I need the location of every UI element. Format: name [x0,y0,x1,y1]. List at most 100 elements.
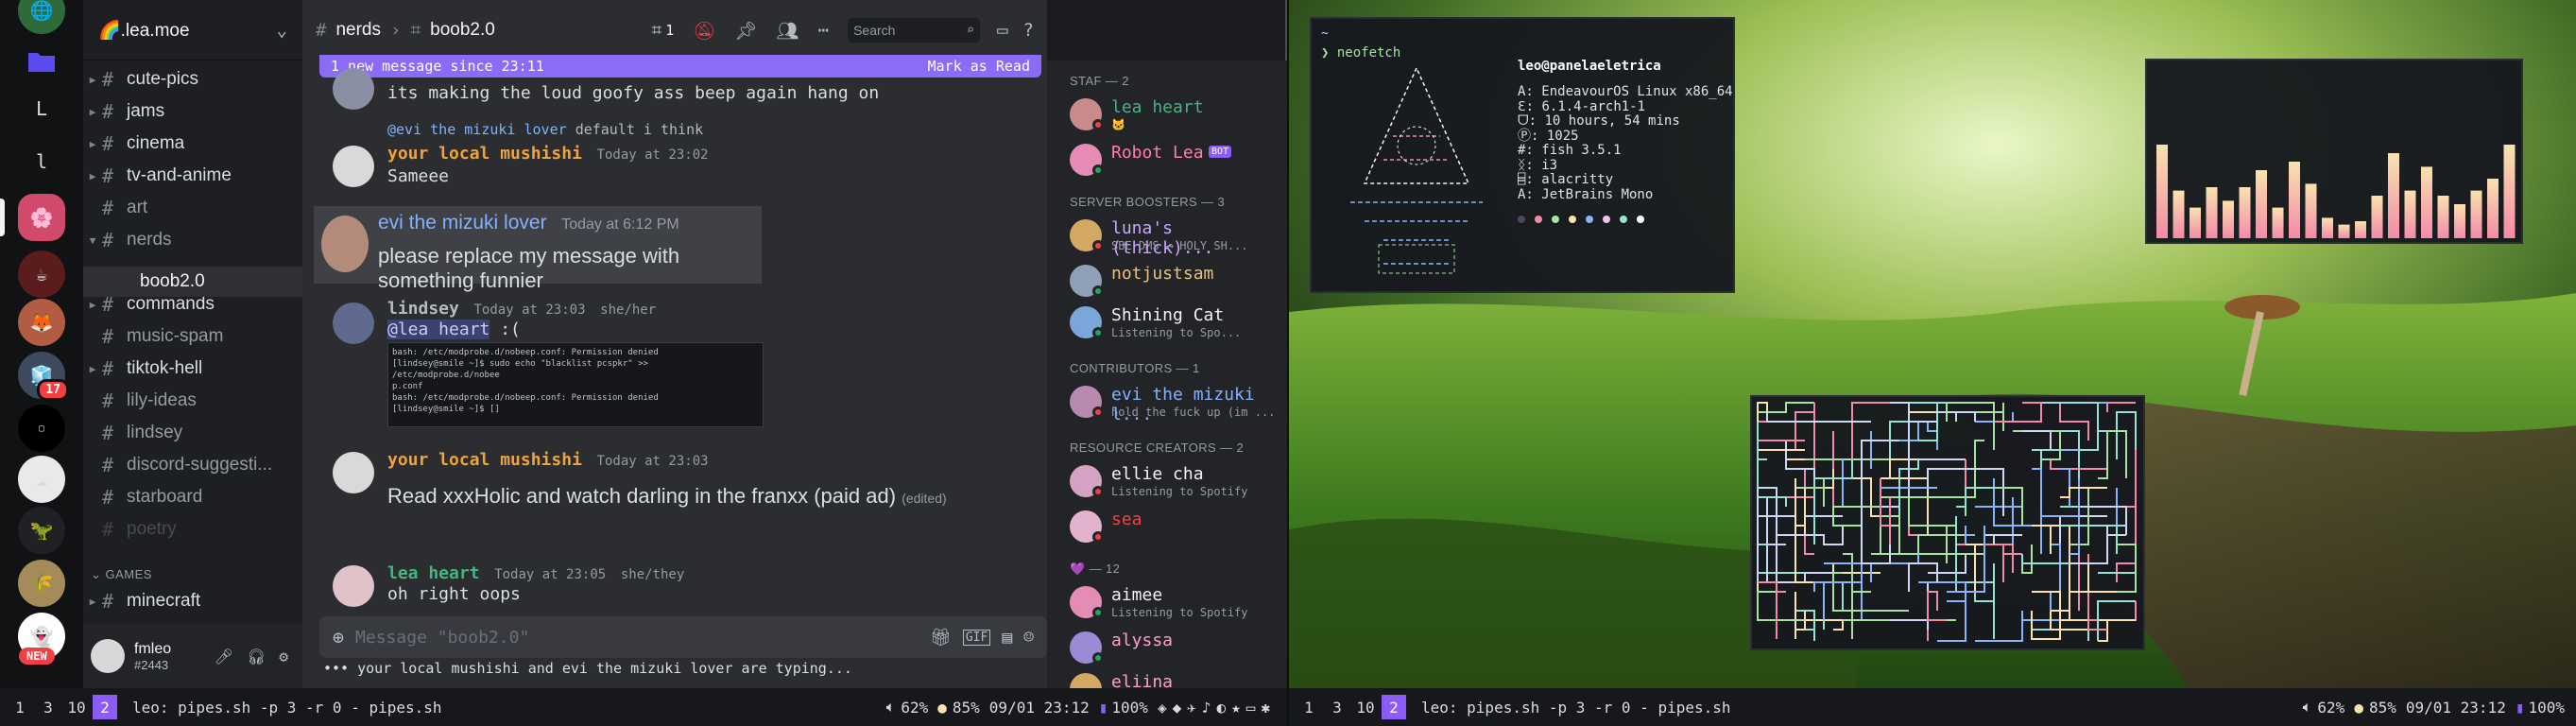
tray-icons[interactable]: ◈◆✈♪◐★▭✱ [1158,699,1276,717]
folder-icon[interactable] [18,38,65,85]
channel-item[interactable]: # starboard [83,482,302,512]
guild-header[interactable]: 🌈.lea.moe ⌄ [83,0,302,60]
message-author[interactable]: lindsey [387,299,459,319]
message-composer[interactable]: ⊕ Message "boob2.0" 🎁︎ GIF ▤ ☺ [319,616,1047,658]
mute-bell-icon[interactable]: 🔕︎ [693,20,715,42]
avatar[interactable] [91,639,125,673]
message-author[interactable]: your local mushishi [387,450,582,470]
member-item[interactable]: notjustsam [1070,261,1279,302]
search-input[interactable]: Search ⌕ [848,18,981,43]
avatar[interactable] [333,146,374,187]
thread-icon: ⌗ [410,20,421,41]
server-dark[interactable]: ☕ [18,251,65,298]
server-dino[interactable]: 🦖 [18,507,65,554]
avatar[interactable] [333,565,374,607]
avatar[interactable] [321,216,369,272]
neofetch-terminal[interactable]: ~ ❯ neofetch leo@panelaeletrica A: Endea… [1310,17,1735,293]
channel-minecraft[interactable]: ▶ # minecraft [83,586,302,616]
chat-pane: # nerds › ⌗ boob2.0 ⌗ 1 🔕︎ 📌︎ 👥︎ ⋯ Searc… [302,0,1047,688]
member-item[interactable]: eliina [1070,669,1279,688]
code-screenshot[interactable]: bash: /etc/modprobe.d/nobeep.conf: Permi… [387,342,764,427]
gif-icon[interactable]: GIF [962,629,991,646]
channel-item[interactable]: # discord-suggesti... [83,450,302,480]
member-item[interactable]: aimee Listening to Spotify [1070,582,1279,624]
workspace-button[interactable]: 10 [64,695,89,719]
channel-item[interactable]: # music-spam [83,321,302,352]
thread-boob2[interactable]: boob2.0 [83,267,302,297]
channel-label: poetry [127,519,177,539]
workspace-button[interactable]: 3 [1325,695,1349,719]
channel-item[interactable]: # poetry [83,514,302,544]
channel-label: nerds [127,230,172,250]
help-icon[interactable]: ? [1023,20,1034,41]
avatar[interactable] [333,452,374,493]
header-channel[interactable]: nerds [335,20,381,41]
server-l[interactable]: l [18,138,65,185]
inbox-icon[interactable]: ▭ [997,20,1007,41]
home-icon[interactable]: 🌐 [18,0,65,34]
mention[interactable]: @lea heart [387,320,490,339]
server-cube[interactable]: 🧊 17 [18,352,69,401]
message-text: :( [489,320,521,339]
channel-item[interactable]: ▼ # nerds [83,225,302,255]
sticker-icon[interactable]: ▤ [1002,628,1012,648]
server-cloud[interactable]: ☁ [18,456,65,503]
channel-item[interactable]: ▶ # tv-and-anime [83,161,302,191]
server-L[interactable]: L [18,85,65,132]
channel-item[interactable]: ▶ # cute-pics [83,64,302,95]
pipe-segment [1870,422,1919,469]
palette-swatch [1569,216,1576,223]
workspace-button[interactable]: 2 [1382,695,1406,719]
channel-item[interactable]: ▶ # cinema [83,129,302,159]
server-anime[interactable]: 🌾 [18,560,65,607]
avatar[interactable] [333,302,374,344]
server-lea-moe[interactable]: 🌸 [18,194,65,241]
channel-label: lindsey [127,423,183,442]
member-item[interactable]: lea heart 🐱 [1070,95,1279,136]
emoji-icon[interactable]: ☺ [1023,628,1034,648]
microphone-icon[interactable]: 🎤︎ [215,648,233,666]
workspace-button[interactable]: 1 [1297,695,1321,719]
threads-icon[interactable]: ⌗ [652,20,662,41]
message-time: Today at 23:02 [596,147,709,163]
pipe-segment [1757,422,1767,488]
member-item[interactable]: sea [1070,507,1279,548]
category-games[interactable]: ⌄ GAMES [83,567,152,582]
pipe-segment [1880,402,1910,497]
member-item[interactable]: ellie cha Listening to Spotify [1070,461,1279,503]
member-item[interactable]: Shining Cat Listening to Spo... [1070,302,1279,344]
volume-icon[interactable]: 🔈︎ [886,698,896,717]
gift-icon[interactable]: 🎁︎ [930,628,952,648]
channel-item[interactable]: # lindsey [83,418,302,448]
pipes-terminal[interactable] [1750,395,2145,650]
server-orange[interactable]: 🦊 [18,299,65,346]
headphones-icon[interactable]: 🎧︎ [247,648,266,666]
mention-badge: 17 [37,379,69,401]
more-icon[interactable]: ⋯ [818,20,829,41]
workspace-button[interactable]: 1 [8,695,32,719]
member-item[interactable]: Robot Lea BOT [1070,140,1279,182]
channel-item[interactable]: # art [83,193,302,223]
workspace-button[interactable]: 2 [93,695,117,719]
member-item[interactable]: alyssa [1070,628,1279,669]
add-attachment-icon[interactable]: ⊕ [333,626,344,648]
workspace-button[interactable]: 3 [36,695,60,719]
member-item[interactable]: luna's (thick)... SBE DMS ⟶ HOLY SH... [1070,216,1279,258]
visualizer-bar [2239,187,2251,238]
message-author[interactable]: evi the mizuki lover [378,212,547,233]
channel-item[interactable]: ▶ # jams [83,96,302,127]
pin-icon[interactable]: 📌︎ [734,20,757,42]
reply-preview[interactable]: @evi the mizuki lover default i think [387,121,703,138]
avatar[interactable] [333,68,374,110]
gear-icon[interactable]: ⚙ [279,648,288,666]
audio-visualizer[interactable] [2145,59,2523,244]
workspace-button[interactable]: 10 [1353,695,1378,719]
server-black[interactable]: ▢ [18,405,65,452]
message-author[interactable]: your local mushishi [387,144,582,164]
channel-item[interactable]: ▶ # tiktok-hell [83,354,302,384]
volume-icon[interactable]: 🔈︎ [2303,698,2312,717]
message-author[interactable]: lea heart [387,563,480,583]
member-item[interactable]: evi the mizuki l... hold the fuck up (im … [1070,382,1279,424]
members-icon[interactable]: 👥︎ [777,20,799,42]
channel-item[interactable]: # lily-ideas [83,386,302,416]
